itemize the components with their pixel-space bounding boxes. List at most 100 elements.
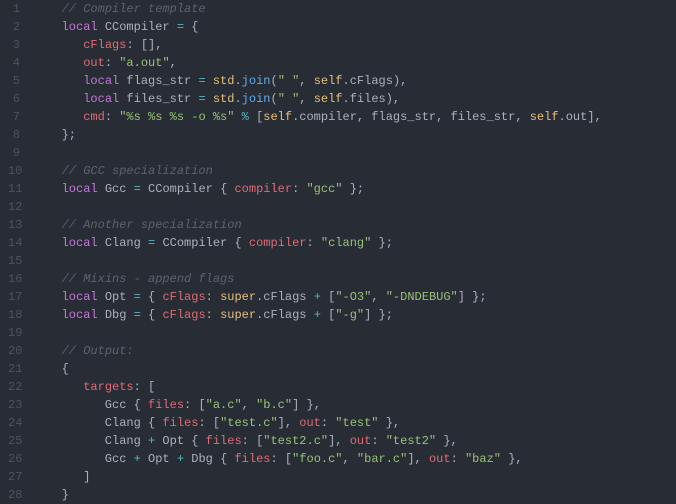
- line-number: 20: [8, 342, 20, 360]
- token: [141, 290, 148, 304]
- code-line: local Clang = CCompiler { compiler: "cla…: [40, 234, 602, 252]
- token: ,: [242, 398, 256, 412]
- code-line: Gcc { files: ["a.c", "b.c"] },: [40, 396, 602, 414]
- token: };: [472, 290, 486, 304]
- code-line: local files_str = std.join(" ", self.fil…: [40, 90, 602, 108]
- token: self: [314, 92, 343, 106]
- token: "clang": [321, 236, 371, 250]
- token: [: [198, 398, 205, 412]
- code-editor: 1234567891011121314151617181920212223242…: [0, 0, 676, 504]
- token: local: [83, 74, 119, 88]
- token: },: [386, 416, 400, 430]
- token: Opt: [155, 434, 191, 448]
- token: CCompiler: [98, 20, 177, 34]
- token: :: [134, 380, 148, 394]
- token: local: [62, 182, 98, 196]
- token: [40, 38, 83, 52]
- token: [40, 110, 83, 124]
- line-number: 23: [8, 396, 20, 414]
- token: [206, 92, 213, 106]
- code-line: targets: [: [40, 378, 602, 396]
- token: [40, 362, 62, 376]
- token: [40, 164, 62, 178]
- token: [40, 56, 83, 70]
- line-number: 5: [8, 72, 20, 90]
- token: files: [148, 398, 184, 412]
- token: :: [371, 434, 385, 448]
- token: ),: [393, 74, 407, 88]
- code-line: Clang { files: ["test.c"], out: "test" }…: [40, 414, 602, 432]
- token: ]: [407, 452, 414, 466]
- token: [299, 398, 306, 412]
- token: out: [350, 434, 372, 448]
- token: local: [83, 92, 119, 106]
- code-line: [40, 252, 602, 270]
- token: .cFlags: [256, 308, 314, 322]
- token: :: [105, 110, 119, 124]
- code-content[interactable]: // Compiler template local CCompiler = {…: [32, 0, 602, 504]
- token: Opt: [98, 290, 134, 304]
- token: :: [292, 182, 306, 196]
- line-number: 4: [8, 54, 20, 72]
- line-number: 1: [8, 0, 20, 18]
- token: "gcc": [306, 182, 342, 196]
- code-line: local Gcc = CCompiler { compiler: "gcc" …: [40, 180, 602, 198]
- token: ,: [335, 434, 349, 448]
- code-line: ]: [40, 468, 602, 486]
- token: "test.c": [220, 416, 278, 430]
- code-line: Gcc + Opt + Dbg { files: ["foo.c", "bar.…: [40, 450, 602, 468]
- token: [40, 236, 62, 250]
- line-number-gutter: 1234567891011121314151617181920212223242…: [0, 0, 32, 504]
- line-number: 14: [8, 234, 20, 252]
- code-line: local Opt = { cFlags: super.cFlags + ["-…: [40, 288, 602, 306]
- token: =: [177, 20, 184, 34]
- token: [40, 308, 62, 322]
- token: Dbg: [184, 452, 220, 466]
- token: self: [263, 110, 292, 124]
- line-number: 17: [8, 288, 20, 306]
- token: .cFlags: [343, 74, 393, 88]
- token: cmd: [83, 110, 105, 124]
- token: ]: [278, 416, 285, 430]
- token: [141, 398, 148, 412]
- token: +: [134, 452, 141, 466]
- token: cFlags: [162, 290, 205, 304]
- token: "a.c": [206, 398, 242, 412]
- token: :: [126, 38, 140, 52]
- line-number: 24: [8, 414, 20, 432]
- line-number: 8: [8, 126, 20, 144]
- token: {: [134, 398, 141, 412]
- token: local: [62, 20, 98, 34]
- token: .: [234, 92, 241, 106]
- token: "b.c": [256, 398, 292, 412]
- token: ,: [595, 110, 602, 124]
- code-line: out: "a.out",: [40, 54, 602, 72]
- line-number: 13: [8, 216, 20, 234]
- line-number: 6: [8, 90, 20, 108]
- token: [40, 92, 83, 106]
- token: :: [206, 290, 220, 304]
- token: local: [62, 290, 98, 304]
- code-line: // Compiler template: [40, 0, 602, 18]
- code-line: local flags_str = std.join(" ", self.cFl…: [40, 72, 602, 90]
- token: [40, 2, 62, 16]
- token: ,: [371, 290, 385, 304]
- code-line: [40, 198, 602, 216]
- token: files: [206, 434, 242, 448]
- token: [40, 182, 62, 196]
- token: "test2": [386, 434, 436, 448]
- token: [198, 434, 205, 448]
- line-number: 25: [8, 432, 20, 450]
- token: ,: [155, 38, 162, 52]
- token: +: [314, 308, 321, 322]
- token: join: [242, 74, 271, 88]
- line-number: 12: [8, 198, 20, 216]
- token: [242, 236, 249, 250]
- token: =: [198, 92, 205, 106]
- token: ,: [299, 74, 313, 88]
- token: files: [162, 416, 198, 430]
- token: "-O3": [335, 290, 371, 304]
- token: ]: [587, 110, 594, 124]
- token: "bar.c": [357, 452, 407, 466]
- code-line: }: [40, 486, 602, 504]
